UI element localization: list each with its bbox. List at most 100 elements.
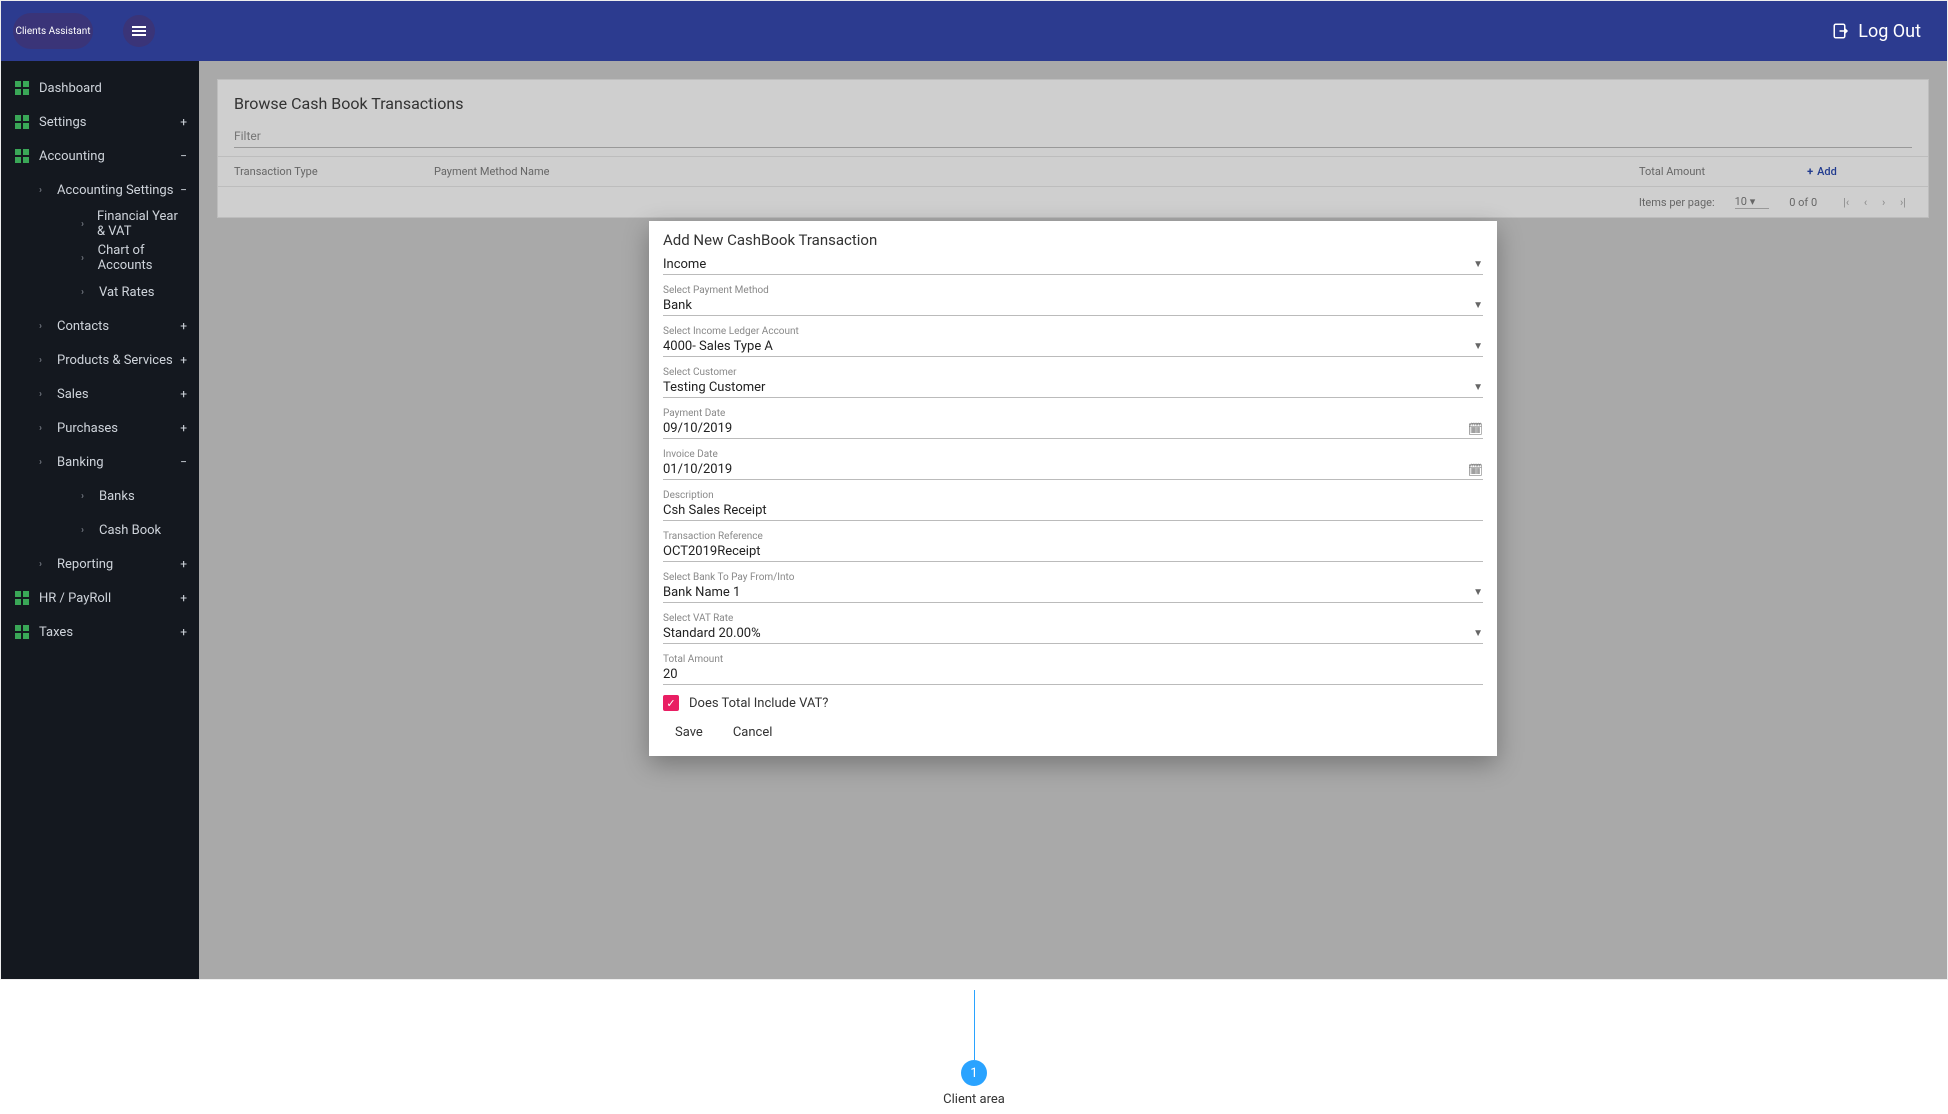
sidebar-label: Settings xyxy=(39,115,86,130)
grid-icon xyxy=(15,115,29,129)
chevron-right-icon: › xyxy=(39,423,47,434)
annotation-marker: 1 xyxy=(961,1060,987,1086)
sidebar-label: Taxes xyxy=(39,625,73,640)
chevron-right-icon: › xyxy=(39,457,47,468)
minus-icon: − xyxy=(180,183,187,197)
sidebar-item-taxes[interactable]: Taxes + xyxy=(1,615,199,649)
customer-select[interactable]: Select Customer Testing Customer▼ xyxy=(663,367,1483,398)
field-label: Select Customer xyxy=(663,367,1483,378)
sidebar-label: Products & Services xyxy=(57,353,173,368)
annotation-label: Client area xyxy=(0,1092,1948,1107)
chevron-down-icon: ▼ xyxy=(1473,259,1483,270)
field-value: 01/10/2019 xyxy=(663,462,732,477)
field-value: Standard 20.00% xyxy=(663,626,761,641)
sidebar-label: Cash Book xyxy=(99,523,161,538)
total-amount-input[interactable]: Total Amount 20 xyxy=(663,654,1483,685)
sidebar-item-reporting[interactable]: ›Reporting+ xyxy=(29,547,199,581)
sidebar: Dashboard Settings + Accounting − › Acco… xyxy=(1,61,199,979)
field-label: Total Amount xyxy=(663,654,1483,665)
grid-icon xyxy=(15,149,29,163)
chevron-right-icon: › xyxy=(81,525,89,536)
sidebar-item-products[interactable]: › Products & Services + xyxy=(29,343,199,377)
sidebar-item-vat-rates[interactable]: › Vat Rates xyxy=(71,275,199,309)
modal-overlay: Add New CashBook Transaction Income▼ Sel… xyxy=(199,61,1947,979)
sidebar-label: Sales xyxy=(57,387,89,402)
field-label: Payment Date xyxy=(663,408,1483,419)
sidebar-label: Vat Rates xyxy=(99,285,154,300)
annotation-line xyxy=(974,990,975,1060)
chevron-down-icon: ▼ xyxy=(1473,587,1483,598)
logout-label: Log Out xyxy=(1858,21,1921,42)
plus-icon: + xyxy=(180,421,187,435)
plus-icon: + xyxy=(180,115,187,129)
logout-button[interactable]: Log Out xyxy=(1832,21,1935,42)
sidebar-item-sales[interactable]: ›Sales+ xyxy=(29,377,199,411)
plus-icon: + xyxy=(180,557,187,571)
sidebar-item-financial-year[interactable]: › Financial Year & VAT xyxy=(71,207,199,241)
menu-toggle-button[interactable] xyxy=(123,15,155,47)
chevron-right-icon: › xyxy=(39,185,47,196)
field-label: Description xyxy=(663,490,1483,501)
sidebar-label: Chart of Accounts xyxy=(98,243,185,273)
modal-title: Add New CashBook Transaction xyxy=(663,231,1483,249)
chevron-right-icon: › xyxy=(81,253,88,264)
plus-icon: + xyxy=(180,591,187,605)
sidebar-item-accounting[interactable]: Accounting − xyxy=(1,139,199,173)
chevron-down-icon: ▼ xyxy=(1473,382,1483,393)
ledger-account-select[interactable]: Select Income Ledger Account 4000- Sales… xyxy=(663,326,1483,357)
include-vat-label: Does Total Include VAT? xyxy=(689,696,828,711)
invoice-date-field[interactable]: Invoice Date 01/10/2019 🗓 xyxy=(663,449,1483,480)
chevron-right-icon: › xyxy=(81,219,87,230)
chevron-right-icon: › xyxy=(39,559,47,570)
plus-icon: + xyxy=(180,387,187,401)
field-label: Select Payment Method xyxy=(663,285,1483,296)
field-value: 20 xyxy=(663,667,678,682)
hamburger-icon xyxy=(132,26,146,36)
transaction-type-select[interactable]: Income▼ xyxy=(663,257,1483,275)
sidebar-item-dashboard[interactable]: Dashboard xyxy=(1,71,199,105)
sidebar-label: Contacts xyxy=(57,319,109,334)
plus-icon: + xyxy=(180,625,187,639)
description-input[interactable]: Description Csh Sales Receipt xyxy=(663,490,1483,521)
logout-icon xyxy=(1832,22,1850,40)
sidebar-item-banking[interactable]: ›Banking− xyxy=(29,445,199,479)
modal-scroll[interactable]: Add New CashBook Transaction Income▼ Sel… xyxy=(649,221,1497,756)
grid-icon xyxy=(15,625,29,639)
sidebar-label: Accounting Settings xyxy=(57,183,173,198)
payment-method-select[interactable]: Select Payment Method Bank▼ xyxy=(663,285,1483,316)
chevron-right-icon: › xyxy=(39,355,47,366)
include-vat-checkbox[interactable]: ✓ xyxy=(663,695,679,711)
vat-rate-select[interactable]: Select VAT Rate Standard 20.00%▼ xyxy=(663,613,1483,644)
sidebar-item-chart-accounts[interactable]: › Chart of Accounts xyxy=(71,241,199,275)
field-label: Invoice Date xyxy=(663,449,1483,460)
sidebar-label: Banks xyxy=(99,489,135,504)
calendar-icon[interactable]: 🗓 xyxy=(1468,463,1483,477)
field-label: Select Income Ledger Account xyxy=(663,326,1483,337)
reference-input[interactable]: Transaction Reference OCT2019Receipt xyxy=(663,531,1483,562)
sidebar-label: Financial Year & VAT xyxy=(97,209,185,239)
grid-icon xyxy=(15,81,29,95)
plus-icon: + xyxy=(180,353,187,367)
field-label: Select Bank To Pay From/Into xyxy=(663,572,1483,583)
sidebar-item-accounting-settings[interactable]: › Accounting Settings − xyxy=(29,173,199,207)
field-label: Transaction Reference xyxy=(663,531,1483,542)
chevron-right-icon: › xyxy=(39,321,47,332)
calendar-icon[interactable]: 🗓 xyxy=(1468,422,1483,436)
sidebar-item-settings[interactable]: Settings + xyxy=(1,105,199,139)
payment-date-field[interactable]: Payment Date 09/10/2019🗓 xyxy=(663,408,1483,439)
chevron-right-icon: › xyxy=(81,287,89,298)
sidebar-item-cash-book[interactable]: › Cash Book xyxy=(71,513,199,547)
cancel-button[interactable]: Cancel xyxy=(733,725,773,740)
sidebar-label: Accounting xyxy=(39,149,105,164)
sidebar-label: HR / PayRoll xyxy=(39,591,111,606)
sidebar-item-purchases[interactable]: ›Purchases+ xyxy=(29,411,199,445)
sidebar-item-contacts[interactable]: ›Contacts+ xyxy=(29,309,199,343)
add-cashbook-modal: Add New CashBook Transaction Income▼ Sel… xyxy=(649,221,1497,756)
field-value: Bank Name 1 xyxy=(663,585,740,600)
bank-select[interactable]: Select Bank To Pay From/Into Bank Name 1… xyxy=(663,572,1483,603)
sidebar-item-hr[interactable]: HR / PayRoll + xyxy=(1,581,199,615)
save-button[interactable]: Save xyxy=(675,725,703,740)
app-frame: Clients Assistant Log Out Dashboard Sett… xyxy=(0,0,1948,980)
sidebar-item-banks[interactable]: › Banks xyxy=(71,479,199,513)
chevron-right-icon: › xyxy=(81,491,89,502)
